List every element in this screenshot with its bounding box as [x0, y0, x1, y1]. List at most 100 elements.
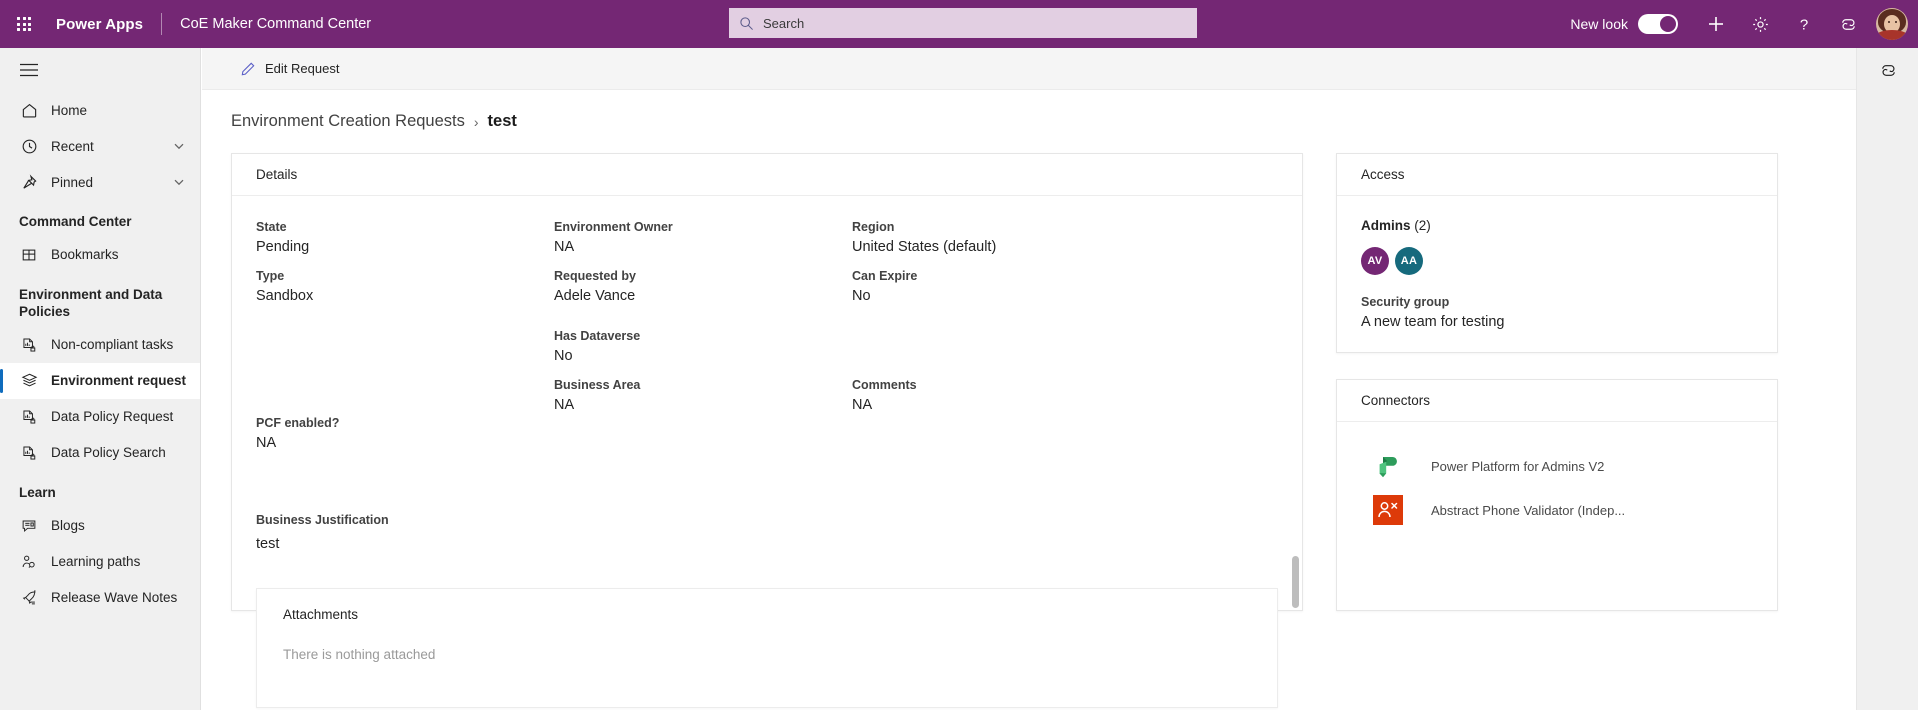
bookmark-grid-icon	[19, 245, 39, 265]
hamburger-icon[interactable]	[0, 48, 200, 92]
blog-icon	[19, 516, 39, 536]
field-value: No	[852, 288, 871, 304]
breadcrumb-parent[interactable]: Environment Creation Requests	[231, 112, 465, 131]
avatar[interactable]: AA	[1395, 247, 1423, 275]
field-business-justification: Business Justification test	[256, 513, 389, 552]
field-has-dataverse: Has Dataverse No	[554, 329, 640, 364]
field-value: Sandbox	[256, 288, 314, 304]
access-card: Access Admins (2) AV AA Security group A…	[1336, 153, 1778, 353]
field-label: Region	[852, 220, 895, 234]
sidebar-item-home[interactable]: Home	[0, 92, 200, 128]
sidebar-item-environment-request[interactable]: Environment request	[0, 362, 200, 399]
breadcrumb-separator-icon: ›	[473, 113, 479, 130]
attachments-title: Attachments	[283, 607, 359, 622]
access-body: Admins (2) AV AA Security group A new te…	[1337, 196, 1777, 352]
sidebar-item-label: Recent	[51, 138, 94, 154]
field-label: State	[256, 220, 287, 234]
field-value: NA	[852, 397, 873, 413]
sidebar-item-bookmarks[interactable]: Bookmarks	[0, 237, 200, 273]
security-group-value: A new team for testing	[1361, 314, 1505, 330]
sidebar-item-release-wave-notes[interactable]: Release Wave Notes	[0, 580, 200, 616]
sidebar-item-recent[interactable]: Recent	[0, 128, 200, 164]
search-input[interactable]: Search	[729, 8, 1197, 38]
attachments-empty-text: There is nothing attached	[283, 647, 436, 662]
power-platform-icon	[1373, 451, 1403, 481]
copilot-icon[interactable]	[1857, 48, 1918, 92]
field-label: Comments	[852, 378, 917, 392]
header-divider	[161, 13, 163, 35]
sidebar-item-non-compliant-tasks[interactable]: Non-compliant tasks	[0, 327, 200, 363]
field-label: PCF enabled?	[256, 416, 340, 430]
person-path-icon	[19, 552, 39, 572]
admins-count: (2)	[1414, 218, 1431, 233]
app-launcher-icon[interactable]	[0, 0, 48, 48]
connectors-title: Connectors	[1337, 380, 1777, 422]
search-placeholder: Search	[763, 15, 805, 31]
field-value: No	[554, 348, 573, 364]
plus-icon[interactable]	[1694, 0, 1738, 48]
home-icon	[19, 100, 39, 120]
sidebar-item-label: Release Wave Notes	[51, 590, 178, 605]
sidebar-group-learn: Learn	[19, 484, 56, 500]
right-rail	[1856, 48, 1918, 710]
gear-icon[interactable]	[1738, 0, 1782, 48]
sidebar-item-data-policy-request[interactable]: Data Policy Request	[0, 399, 200, 435]
security-group-label: Security group	[1361, 295, 1450, 309]
field-value: Adele Vance	[554, 288, 636, 304]
copilot-icon[interactable]	[1826, 0, 1870, 48]
details-title: Details	[232, 154, 1302, 196]
sidebar-item-label: Data Policy Request	[51, 409, 174, 425]
sidebar-item-label: Home	[51, 102, 88, 118]
field-type: Type Sandbox	[256, 269, 313, 304]
admins-label: Admins	[1361, 218, 1411, 233]
field-pcf-enabled: PCF enabled? NA	[256, 416, 339, 451]
layers-icon	[19, 371, 39, 391]
sidebar-item-label: Environment request	[51, 373, 187, 389]
sidebar-group-environment-and-data-policies: Environment and Data Policies	[19, 286, 163, 319]
sidebar-item-pinned[interactable]: Pinned	[0, 164, 200, 200]
field-value: Pending	[256, 239, 310, 255]
connector-row[interactable]: Power Platform for Admins V2	[1361, 444, 1753, 488]
avatar[interactable]: AV	[1361, 247, 1389, 275]
sidebar-item-label: Non-compliant tasks	[51, 337, 174, 353]
field-region: Region United States (default)	[852, 220, 996, 255]
connector-row[interactable]: Abstract Phone Validator (Indep...	[1361, 488, 1753, 532]
sidebar-item-label: Data Policy Search	[51, 445, 166, 461]
report-lock-icon	[19, 335, 39, 355]
report-lock-icon	[19, 443, 39, 463]
content-panes: Details State Pending Type Sandbox PCF e…	[202, 131, 1856, 708]
help-icon[interactable]: ?	[1782, 0, 1826, 48]
main-content: Environment Creation Requests › test Det…	[202, 90, 1856, 710]
side-column: Access Admins (2) AV AA Security group A…	[1336, 153, 1778, 611]
sidebar-item-blogs[interactable]: Blogs	[0, 508, 200, 544]
field-environment-owner: Environment Owner NA	[554, 220, 673, 255]
admins-line: Admins (2)	[1361, 218, 1753, 233]
header-actions: New look ?	[1570, 0, 1918, 48]
field-label: Business Justification	[256, 513, 389, 527]
sidebar-item-learning-paths[interactable]: Learning paths	[0, 544, 200, 580]
new-look-toggle[interactable]	[1638, 14, 1678, 34]
command-bar: Edit Request	[202, 48, 1856, 90]
access-title: Access	[1337, 154, 1777, 196]
field-can-expire: Can Expire No	[852, 269, 917, 304]
connectors-body: Power Platform for Admins V2 Abstract Ph…	[1337, 422, 1777, 556]
pencil-icon	[241, 62, 255, 75]
new-look-label: New look	[1570, 16, 1628, 32]
brand-logo-text[interactable]: Power Apps	[56, 16, 143, 33]
attachments-card: Attachments There is nothing attached	[256, 588, 1278, 708]
chevron-down-icon[interactable]	[172, 175, 186, 189]
field-value: NA	[554, 239, 575, 255]
field-label: Requested by	[554, 269, 636, 283]
field-label: Business Area	[554, 378, 641, 392]
svg-text:?: ?	[1800, 17, 1808, 34]
field-requested-by: Requested by Adele Vance	[554, 269, 636, 304]
report-lock-icon	[19, 407, 39, 427]
chevron-down-icon[interactable]	[172, 139, 186, 153]
field-value: test	[256, 536, 280, 552]
sidebar-item-data-policy-search[interactable]: Data Policy Search	[0, 435, 200, 471]
edit-request-button[interactable]: Edit Request	[228, 52, 351, 86]
sidebar: Home Recent Pinned Command Center Bookma…	[0, 48, 201, 710]
details-scrollbar[interactable]	[1292, 556, 1299, 608]
app-name[interactable]: CoE Maker Command Center	[180, 16, 371, 32]
user-avatar[interactable]	[1876, 8, 1908, 40]
